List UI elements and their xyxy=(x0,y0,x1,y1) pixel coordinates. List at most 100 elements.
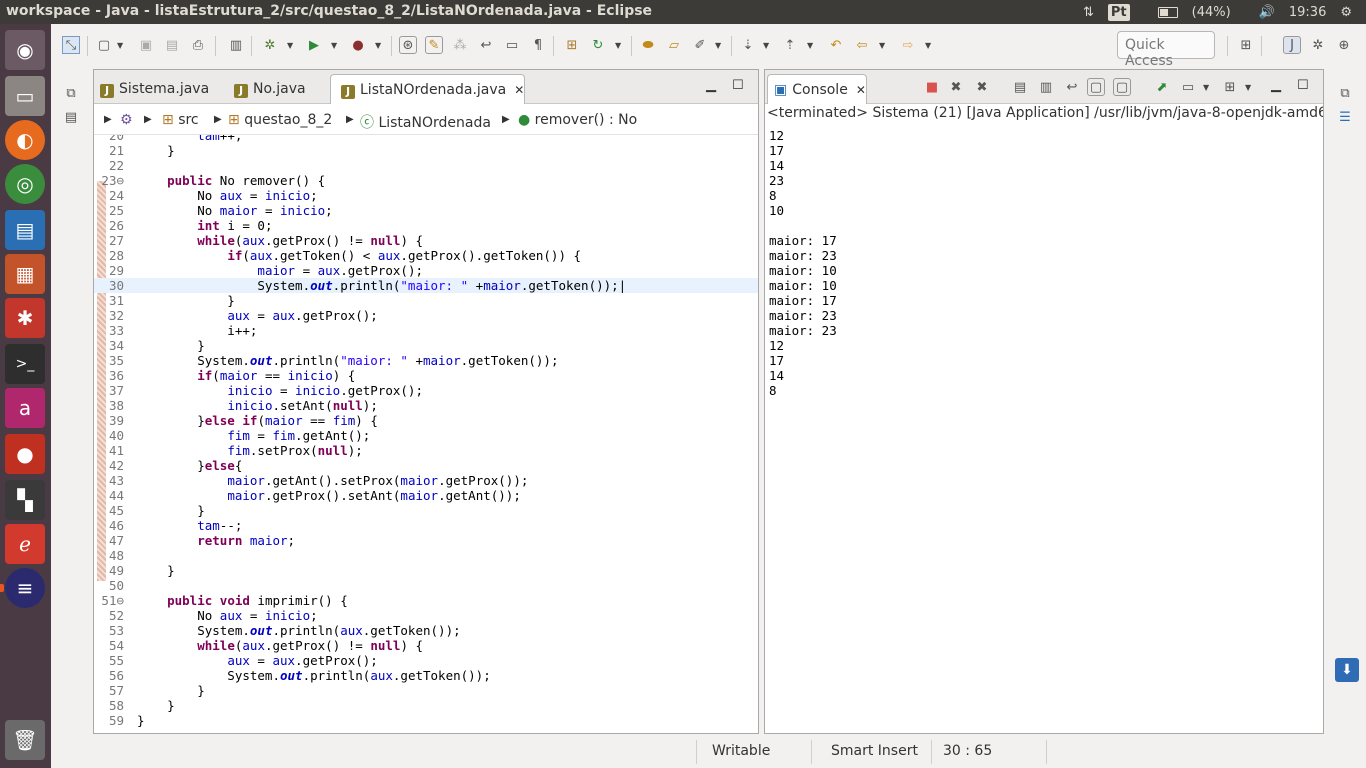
code-line[interactable]: 58 } xyxy=(94,698,758,713)
block-selection-icon[interactable]: ⁂ xyxy=(451,36,469,54)
code-line[interactable]: 39 }else if(maior == fim) { xyxy=(94,413,758,428)
code-line[interactable]: 29 maior = aux.getProx(); xyxy=(94,263,758,278)
last-edit-icon[interactable]: ↶ xyxy=(827,36,845,54)
package-explorer-icon[interactable]: ▤ xyxy=(62,108,80,126)
trash-icon[interactable]: 🗑 xyxy=(5,720,45,760)
display-console-icon[interactable]: ▭ xyxy=(1179,78,1197,96)
code-line[interactable]: 49 } xyxy=(94,563,758,578)
code-line[interactable]: 24 No aux = inicio; xyxy=(94,188,758,203)
breadcrumb-chevron-icon[interactable]: ▶ xyxy=(346,114,354,125)
code-line[interactable]: 26 int i = 0; xyxy=(94,218,758,233)
debug-icon[interactable]: ✲ xyxy=(261,36,279,54)
code-line[interactable]: 53 System.out.println(aux.getToken()); xyxy=(94,623,758,638)
code-line[interactable]: 35 System.out.println("maior: " +maior.g… xyxy=(94,353,758,368)
project-icon[interactable]: ⚙ xyxy=(120,112,133,128)
breadcrumb-method[interactable]: ● remover() : No xyxy=(518,112,637,128)
java-perspective-icon[interactable]: J xyxy=(1283,36,1301,54)
terminal-icon[interactable]: >_ xyxy=(5,344,45,384)
clear-console-icon[interactable]: ▤ xyxy=(1011,78,1029,96)
code-line[interactable]: 44 maior.getProx().setAnt(maior.getAnt()… xyxy=(94,488,758,503)
breadcrumb-chevron-icon[interactable]: ▶ xyxy=(144,114,152,125)
open-task-icon[interactable]: ⬬ xyxy=(639,36,657,54)
minimize-icon[interactable]: ▁ xyxy=(706,78,716,93)
code-line[interactable]: 38 inicio.setAnt(null); xyxy=(94,398,758,413)
pen-dropdown-icon[interactable]: ▼ xyxy=(715,38,725,52)
code-line[interactable]: 59} xyxy=(94,713,758,728)
fast-view-icon[interactable]: ⬇ xyxy=(1335,658,1359,682)
open-perspective-icon[interactable]: ⊞ xyxy=(1237,36,1255,54)
word-wrap-icon[interactable]: ↩ xyxy=(1063,78,1081,96)
chrome-icon[interactable]: ◎ xyxy=(5,164,45,204)
dash-icon[interactable]: ◉ xyxy=(5,30,45,70)
firefox-icon[interactable]: ◐ xyxy=(5,120,45,160)
power-icon[interactable]: ⚙ xyxy=(1340,5,1352,20)
code-line[interactable]: 21 } xyxy=(94,143,758,158)
battery-indicator[interactable]: (44%) xyxy=(1157,5,1245,20)
impress-icon[interactable]: ▦ xyxy=(5,254,45,294)
maximize-icon[interactable]: ☐ xyxy=(1297,78,1309,93)
external-tools-dropdown-icon[interactable]: ▼ xyxy=(375,38,385,52)
git-perspective-icon[interactable]: ⊕ xyxy=(1335,36,1353,54)
clock[interactable]: 19:36 xyxy=(1289,5,1326,20)
restore-view-icon[interactable]: ⧉ xyxy=(62,84,80,102)
next-annotation-dropdown-icon[interactable]: ▼ xyxy=(763,38,773,52)
run-icon[interactable]: ▶ xyxy=(305,36,323,54)
pen-icon[interactable]: ✐ xyxy=(691,36,709,54)
breadcrumb-chevron-icon[interactable]: ▶ xyxy=(502,114,510,125)
keyboard-layout-indicator[interactable]: Pt xyxy=(1107,3,1144,21)
breadcrumb-chevron-icon[interactable]: ▶ xyxy=(214,114,222,125)
pdf-icon[interactable]: ℯ xyxy=(5,524,45,564)
remove-all-launches-icon[interactable]: ✖ xyxy=(973,78,991,96)
code-line[interactable]: 43 maior.getAnt().setProx(maior.getProx(… xyxy=(94,473,758,488)
terminate-icon[interactable]: ▥ xyxy=(227,36,245,54)
files-icon[interactable]: ▭ xyxy=(5,76,45,116)
print-icon[interactable]: ⎙ xyxy=(189,36,207,54)
terminate-icon[interactable]: ■ xyxy=(923,78,941,96)
code-line[interactable]: 48 xyxy=(94,548,758,563)
tab-no-java[interactable]: J No.java xyxy=(234,74,306,104)
breadcrumb-class[interactable]: ⓒ ListaNOrdenada xyxy=(360,112,491,132)
debug-perspective-icon[interactable]: ✲ xyxy=(1309,36,1327,54)
prev-annotation-dropdown-icon[interactable]: ▼ xyxy=(807,38,817,52)
restore-icon[interactable]: ⤡ xyxy=(62,36,80,54)
eclipse-icon[interactable]: ≡ xyxy=(5,568,45,608)
next-annotation-icon[interactable]: ⇣ xyxy=(739,36,757,54)
code-line[interactable]: 28 if(aux.getToken() < aux.getProx().get… xyxy=(94,248,758,263)
code-line[interactable]: 32 aux = aux.getProx(); xyxy=(94,308,758,323)
back-dropdown-icon[interactable]: ▼ xyxy=(879,38,889,52)
tab-console[interactable]: ▣ Console ✕ xyxy=(767,74,867,104)
pin-console-icon[interactable]: ⬈ xyxy=(1153,78,1171,96)
code-line[interactable]: 46 tam--; xyxy=(94,518,758,533)
code-line[interactable]: 31 } xyxy=(94,293,758,308)
pilcrow-icon[interactable]: ¶ xyxy=(529,36,547,54)
close-tab-icon[interactable]: ✕ xyxy=(856,83,866,97)
code-area[interactable]: 20 tam++; 21 } 22 23⊖ public No remover() {… xyxy=(94,135,758,733)
debug-dropdown-icon[interactable]: ▼ xyxy=(287,38,297,52)
refresh-icon[interactable]: ↻ xyxy=(589,36,607,54)
toggle-breadcrumb-icon[interactable]: ⊛ xyxy=(399,36,417,54)
mic-icon[interactable]: ● xyxy=(5,434,45,474)
restore-view-icon[interactable]: ⧉ xyxy=(1336,84,1354,102)
code-line[interactable]: 54 while(aux.getProx() != null) { xyxy=(94,638,758,653)
code-line[interactable]: 37 inicio = inicio.getProx(); xyxy=(94,383,758,398)
code-line[interactable]: 34 } xyxy=(94,338,758,353)
minimize-icon[interactable]: ▁ xyxy=(1271,78,1281,93)
code-line[interactable]: 22 xyxy=(94,158,758,173)
code-line[interactable]: 45 } xyxy=(94,503,758,518)
code-line[interactable]: 36 if(maior == inicio) { xyxy=(94,368,758,383)
save-all-icon[interactable]: ▤ xyxy=(163,36,181,54)
remove-launch-icon[interactable]: ✖ xyxy=(947,78,965,96)
open-type-icon[interactable]: ⊞ xyxy=(563,36,581,54)
new-dropdown-icon[interactable]: ▼ xyxy=(117,38,127,52)
code-line[interactable]: 51⊖ public void imprimir() { xyxy=(94,593,758,608)
prev-annotation-icon[interactable]: ⇡ xyxy=(781,36,799,54)
code-line[interactable]: 56 System.out.println(aux.getToken()); xyxy=(94,668,758,683)
console-output[interactable]: 12 17 14 23 8 10 maior: 17 maior: 23 maior: 10 ma… xyxy=(765,128,1323,733)
show-on-error-icon[interactable]: ▢ xyxy=(1113,78,1131,96)
folder-icon[interactable]: ▱ xyxy=(665,36,683,54)
settings-icon[interactable]: ✱ xyxy=(5,298,45,338)
forward-dropdown-icon[interactable]: ▼ xyxy=(925,38,935,52)
mark-occurrences-icon[interactable]: ✎ xyxy=(425,36,443,54)
breadcrumb-package[interactable]: ⊞ questao_8_2 xyxy=(228,112,332,128)
breadcrumb-chevron-icon[interactable]: ▶ xyxy=(104,114,112,125)
